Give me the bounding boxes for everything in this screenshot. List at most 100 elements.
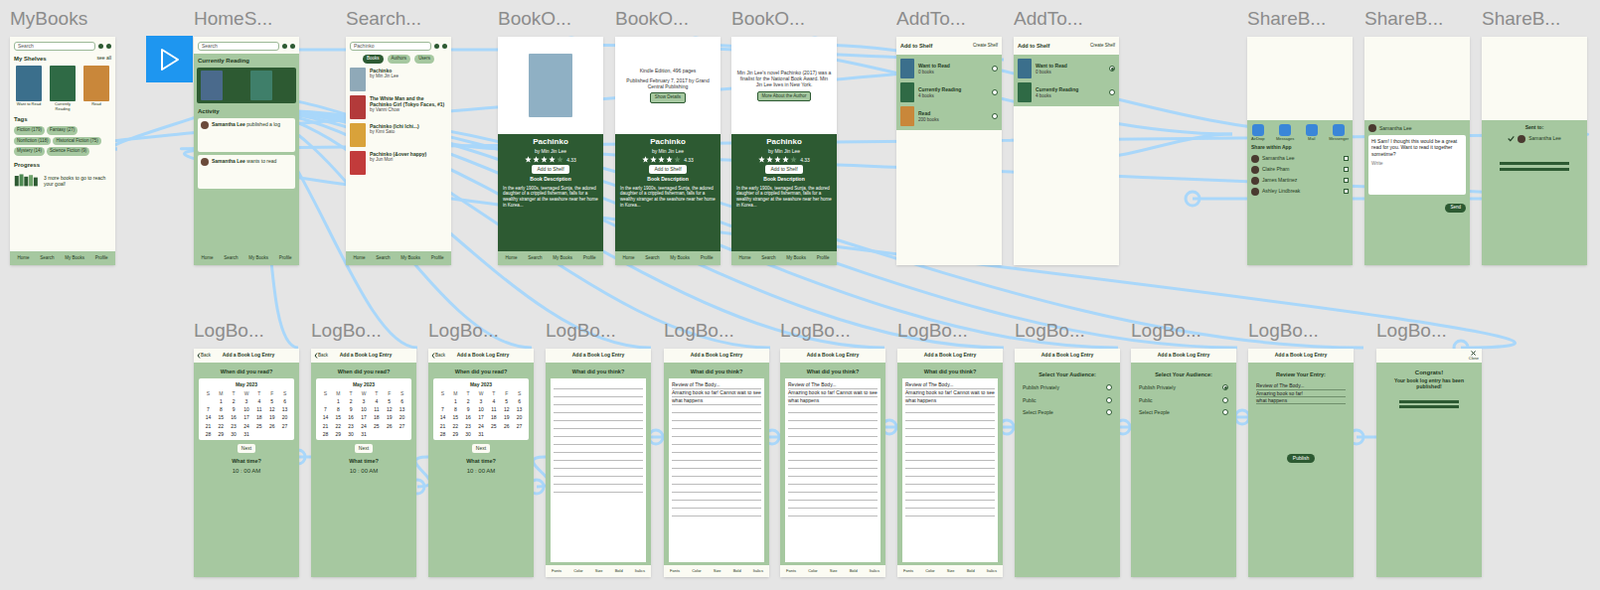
share-app[interactable]: Mail [1305, 124, 1318, 142]
calendar-day[interactable]: 31 [357, 431, 371, 438]
calendar-day[interactable]: 8 [214, 406, 228, 413]
time-picker[interactable]: 10 : 00 AM [193, 467, 300, 477]
prototype-frame[interactable]: LogBo...Add a Book Log EntrySelect Your … [1130, 320, 1237, 578]
checkbox[interactable] [1343, 166, 1349, 172]
next-button[interactable]: Next [354, 444, 373, 454]
nav-item[interactable]: Search [644, 256, 659, 262]
see-all-link[interactable]: see all [97, 54, 112, 64]
add-to-shelf-button[interactable]: Add to Shelf [648, 164, 686, 174]
format-button[interactable]: Fonts [551, 568, 562, 575]
nav-item[interactable]: Home [622, 256, 635, 262]
calendar-day[interactable]: 19 [499, 414, 513, 421]
calendar-day[interactable]: 12 [499, 406, 513, 413]
prototype-frame[interactable]: AddTo...Add to ShelfCreate ShelfWant to … [1013, 8, 1120, 266]
format-button[interactable]: Bold [733, 568, 742, 575]
calendar-day[interactable]: 6 [278, 398, 292, 405]
book-cover[interactable] [349, 123, 366, 148]
calendar-day[interactable]: 1 [331, 398, 345, 405]
calendar-day[interactable]: 11 [252, 406, 266, 413]
chat-icon[interactable] [106, 43, 112, 49]
nav-item[interactable]: My Books [786, 256, 806, 262]
calendar-day[interactable]: 3 [240, 398, 254, 405]
add-to-shelf-button[interactable]: Add to Shelf [765, 164, 802, 174]
calendar-day[interactable]: 20 [512, 414, 526, 421]
search-field[interactable]: Search [13, 41, 96, 51]
calendar-day[interactable]: 26 [265, 423, 279, 430]
tag-chip[interactable]: Fiction (179) [13, 126, 45, 136]
nav-item[interactable]: Search [375, 256, 390, 262]
back-button[interactable]: Back [314, 352, 328, 360]
prototype-frame[interactable]: Search...PachinkoBooksAuthorsUsersPachin… [345, 8, 452, 266]
calendar-day[interactable]: 17 [475, 414, 488, 421]
nav-item[interactable]: Home [16, 256, 29, 262]
filter-chip[interactable]: Users [414, 54, 435, 64]
book-cover[interactable] [1017, 82, 1032, 103]
tag-chip[interactable]: Fantasy (27) [46, 126, 78, 136]
format-button[interactable]: Color [691, 568, 702, 575]
calendar-day[interactable]: 19 [382, 414, 396, 421]
checkbox[interactable] [1343, 156, 1349, 161]
book-cover[interactable] [528, 53, 573, 118]
radio-button[interactable] [991, 113, 998, 120]
add-to-shelf-button[interactable]: Add to Shelf [531, 164, 569, 174]
calendar-day[interactable]: 9 [227, 406, 241, 413]
contact-row[interactable]: Claire Pham [1251, 165, 1349, 174]
bell-icon[interactable] [282, 43, 288, 49]
nav-item[interactable]: My Books [669, 256, 690, 262]
search-result[interactable]: Pachinkoby Min Jin Lee [349, 67, 448, 92]
shelf-option[interactable]: Read200 books [900, 106, 998, 127]
radio-button[interactable] [1109, 65, 1116, 72]
calendar-day[interactable]: 24 [240, 423, 254, 430]
format-button[interactable]: Italics [869, 568, 880, 575]
entry-field[interactable]: Review of The Body...Amazing book so far… [785, 378, 881, 563]
nav-item[interactable]: My Books [64, 256, 85, 262]
tag-chip[interactable]: Nonfiction (118) [13, 137, 51, 147]
contact-row[interactable]: Samantha Lee [1251, 155, 1349, 163]
prototype-frame[interactable]: LogBo...Add a Book Log EntrySelect Your … [1014, 320, 1120, 578]
calendar-day[interactable]: 12 [382, 406, 396, 413]
calendar-day[interactable]: 13 [395, 406, 409, 413]
prototype-frame[interactable]: ShareB...Samantha LeeHi Sam! I thought t… [1364, 8, 1470, 266]
filter-chip[interactable]: Authors [387, 54, 412, 64]
calendar-day[interactable]: 8 [331, 406, 345, 413]
format-button[interactable]: Italics [986, 568, 997, 575]
radio-button[interactable] [1109, 89, 1116, 96]
format-button[interactable]: Bold [849, 568, 858, 575]
calendar-day[interactable]: 23 [344, 423, 358, 430]
nav-item[interactable]: Search [39, 256, 54, 262]
contact-row[interactable]: James Martinez [1251, 176, 1349, 185]
calendar-day[interactable]: 9 [344, 406, 358, 413]
close-button[interactable]: Close [1468, 350, 1479, 362]
search-field[interactable]: Search [197, 41, 280, 51]
shelf[interactable]: Currently Reading [47, 65, 78, 112]
tag-chip[interactable]: Mystery (14) [13, 147, 45, 157]
calendar-day[interactable]: 29 [331, 431, 345, 438]
calendar-day[interactable]: 19 [265, 414, 279, 421]
calendar-day[interactable]: 16 [227, 414, 241, 421]
book-cover[interactable] [900, 58, 915, 79]
next-button[interactable]: Next [237, 444, 256, 454]
time-picker[interactable]: 10 : 00 AM [428, 467, 534, 477]
prototype-frame[interactable]: LogBo...BackAdd a Book Log EntryWhen did… [311, 320, 417, 578]
audience-option[interactable]: Public [1022, 397, 1113, 404]
calendar-day[interactable]: 4 [252, 398, 266, 405]
calendar-day[interactable]: 5 [499, 398, 513, 405]
share-app[interactable]: Messenger [1328, 124, 1349, 142]
activity-card[interactable]: Samantha Lee wants to read [197, 155, 296, 189]
calendar-day[interactable]: 27 [278, 423, 292, 430]
prototype-frame[interactable]: HomeS...SearchCurrently ReadingActivityS… [193, 8, 300, 266]
calendar-day[interactable]: 6 [395, 398, 409, 405]
calendar-day[interactable]: 13 [512, 406, 526, 413]
play-button[interactable] [146, 35, 193, 83]
nav-item[interactable]: My Books [552, 256, 573, 262]
checkbox[interactable] [1343, 188, 1349, 194]
calendar-day[interactable]: 21 [319, 423, 332, 430]
calendar-day[interactable]: 17 [357, 414, 371, 421]
prototype-frame[interactable]: MyBooksSearchMy Shelvessee allWant to Re… [9, 8, 116, 266]
entry-field[interactable]: Review of The Body...Amazing book so far… [668, 378, 765, 563]
nav-item[interactable]: Search [527, 256, 542, 262]
format-button[interactable]: Size [829, 568, 838, 575]
format-button[interactable]: Italics [635, 568, 645, 575]
bell-icon[interactable] [434, 43, 440, 49]
prototype-frame[interactable]: ShareB...Sent to:Samantha Lee [1481, 8, 1588, 266]
